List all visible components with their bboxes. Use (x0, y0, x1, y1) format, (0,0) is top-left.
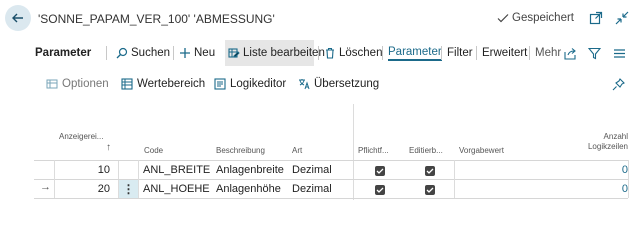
checkbox-editable[interactable] (425, 185, 435, 195)
plus-icon (179, 47, 191, 59)
row-actions-kebab-icon[interactable]: ⋮ (119, 180, 138, 198)
page-title: 'SONNE_PAPAM_VER_100' 'ABMESSUNG' (38, 12, 275, 26)
filter-icon (588, 47, 601, 60)
tab-filter[interactable]: Filter (447, 40, 473, 66)
filter-button[interactable] (588, 40, 601, 66)
cell-type[interactable]: Dezimal (292, 162, 332, 178)
section-title: Parameter (35, 47, 92, 59)
cell-logic-lines[interactable]: 0 (574, 162, 628, 178)
cell-code[interactable]: ANL_BREITE (143, 162, 210, 178)
collapse-icon[interactable] (614, 10, 630, 26)
header-code[interactable]: Code (144, 146, 163, 155)
arrow-left-icon (11, 11, 25, 25)
hamburger-icon (613, 47, 626, 60)
cell-description[interactable]: Anlagenbreite (216, 162, 284, 178)
options-label: Optionen (62, 78, 109, 90)
share-icon (564, 47, 577, 60)
more-label: Mehr (535, 47, 562, 59)
share-button[interactable] (564, 40, 577, 66)
checkbox-mandatory[interactable] (375, 166, 385, 176)
new-button[interactable]: Neu (179, 40, 215, 66)
edit-list-button[interactable]: Liste bearbeiten (225, 40, 325, 66)
value-range-label: Wertebereich (137, 78, 206, 90)
options-icon (46, 78, 58, 90)
value-range-button[interactable]: Wertebereich (121, 74, 205, 94)
saved-status: Gespeichert (497, 12, 574, 24)
header-logic-lines-1[interactable]: Anzahl (600, 132, 628, 141)
cell-description[interactable]: Anlagenhöhe (216, 181, 281, 197)
checkbox-mandatory[interactable] (375, 185, 385, 195)
parameter-tab-label: Parameter (388, 46, 442, 61)
open-new-window-icon[interactable] (588, 10, 604, 26)
list-menu-button[interactable] (613, 40, 626, 66)
search-icon (116, 47, 128, 59)
checkbox-editable[interactable] (425, 166, 435, 176)
header-logic-lines-2[interactable]: Logikzeilen (578, 142, 628, 151)
delete-button[interactable]: Löschen (324, 40, 382, 66)
cell-order[interactable]: 20 (54, 181, 110, 197)
advanced-tab-label: Erweitert (482, 47, 528, 59)
edit-list-label: Liste bearbeiten (243, 47, 325, 59)
pin-icon (612, 77, 625, 91)
more-button[interactable]: Mehr (535, 40, 561, 66)
current-row-arrow-icon: → (40, 181, 51, 193)
trash-icon (324, 47, 336, 59)
translation-icon (298, 78, 310, 90)
cell-type[interactable]: Dezimal (292, 181, 332, 197)
secondary-toolbar: Optionen Wertebereich Logikeditor Überse… (0, 74, 642, 96)
cell-logic-lines[interactable]: 0 (574, 181, 628, 197)
search-label: Suchen (131, 47, 171, 59)
back-button[interactable] (5, 5, 31, 31)
header-display-order[interactable]: Anzeigerei... (59, 132, 103, 141)
header-type[interactable]: Art (292, 146, 302, 155)
parameter-table: Anzeigerei... ↑ Code Beschreibung Art Pf… (34, 104, 642, 219)
header-mandatory[interactable]: Pflichtf... (358, 146, 389, 155)
options-button[interactable]: Optionen (46, 74, 109, 94)
saved-label: Gespeichert (512, 12, 575, 24)
action-bar: Parameter Suchen Neu Liste bearbeiten Lö… (0, 40, 642, 66)
logic-editor-button[interactable]: Logikeditor (214, 74, 286, 94)
header-editable[interactable]: Editierb... (409, 146, 443, 155)
logic-editor-icon (214, 78, 226, 90)
filter-tab-label: Filter (447, 47, 473, 59)
cell-code[interactable]: ANL_HOEHE (143, 181, 210, 197)
translation-button[interactable]: Übersetzung (298, 74, 379, 94)
logic-editor-label: Logikeditor (230, 78, 287, 90)
edit-list-icon (228, 47, 240, 59)
search-button[interactable]: Suchen (116, 40, 170, 66)
translation-label: Übersetzung (314, 78, 380, 90)
new-label: Neu (194, 47, 216, 59)
value-range-icon (121, 78, 133, 90)
sort-ascending-icon: ↑ (106, 142, 111, 153)
delete-label: Löschen (339, 47, 383, 59)
pin-button[interactable] (612, 74, 625, 94)
cell-order[interactable]: 10 (54, 162, 110, 178)
checkmark-icon (497, 12, 509, 24)
tab-advanced[interactable]: Erweitert (482, 40, 527, 66)
header-description[interactable]: Beschreibung (216, 146, 265, 155)
tab-parameter[interactable]: Parameter (388, 40, 442, 66)
header-default-value[interactable]: Vorgabewert (459, 146, 504, 155)
